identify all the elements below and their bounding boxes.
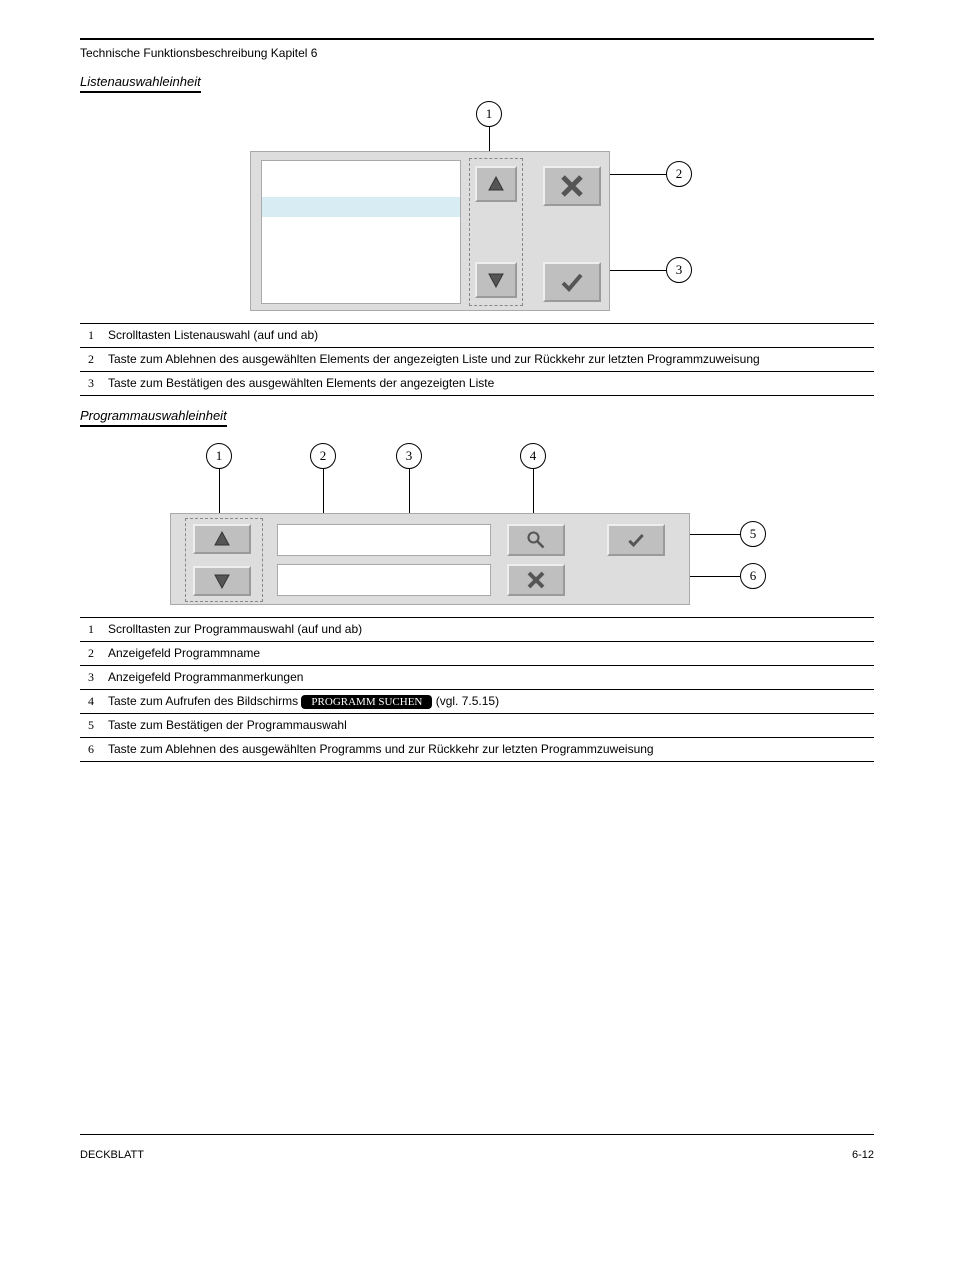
row4-pre: Taste zum Aufrufen des Bildschirms bbox=[108, 694, 301, 708]
figure-1-description-table: 1 Scrolltasten Listenauswahl (auf und ab… bbox=[80, 323, 874, 396]
table-row: 2 Taste zum Ablehnen des ausgewählten El… bbox=[80, 348, 874, 372]
search-button[interactable] bbox=[507, 524, 565, 556]
x-icon bbox=[526, 570, 546, 590]
callout-2: 2 bbox=[666, 161, 692, 187]
figure-1: 1 2 3 bbox=[250, 101, 710, 321]
table-row: 1 Scrolltasten Listenauswahl (auf und ab… bbox=[80, 324, 874, 348]
figure-2: 1 2 3 4 5 6 bbox=[170, 435, 810, 615]
triangle-down-icon bbox=[486, 270, 506, 290]
check-icon bbox=[559, 269, 585, 295]
callout-2: 2 bbox=[310, 443, 336, 469]
list-box[interactable] bbox=[261, 160, 461, 304]
row-num: 4 bbox=[80, 690, 102, 714]
callout-3-label: 3 bbox=[666, 257, 692, 283]
callout-1-lead bbox=[219, 469, 220, 515]
footer: DECKBLATT 6-12 bbox=[80, 1149, 874, 1161]
table-row: 5 Taste zum Bestätigen der Programmauswa… bbox=[80, 714, 874, 738]
row-txt: Taste zum Bestätigen des ausgewählten El… bbox=[102, 372, 874, 396]
callout-5: 5 bbox=[740, 521, 766, 547]
confirm-button[interactable] bbox=[607, 524, 665, 556]
scroll-down-button[interactable] bbox=[475, 262, 517, 298]
callout-2-lead bbox=[602, 174, 666, 175]
check-icon bbox=[626, 530, 646, 550]
callout-6-label: 6 bbox=[740, 563, 766, 589]
callout-4-label: 4 bbox=[520, 443, 546, 469]
bottom-divider bbox=[80, 1134, 874, 1135]
triangle-down-icon bbox=[212, 571, 232, 591]
list-select-panel bbox=[250, 151, 610, 311]
table-row: 3 Anzeigefeld Programmanmerkungen bbox=[80, 666, 874, 690]
scroll-up-button[interactable] bbox=[193, 524, 251, 554]
program-search-badge: PROGRAMM SUCHEN bbox=[301, 695, 432, 709]
section-heading-2: Programmauswahleinheit bbox=[80, 408, 227, 427]
magnifier-icon bbox=[526, 530, 546, 550]
reject-button[interactable] bbox=[543, 166, 601, 206]
row-num: 1 bbox=[80, 324, 102, 348]
row-txt: Scrolltasten zur Programmauswahl (auf un… bbox=[102, 618, 874, 642]
table-row: 4 Taste zum Aufrufen des Bildschirms PRO… bbox=[80, 690, 874, 714]
row-num: 3 bbox=[80, 666, 102, 690]
table-row: 6 Taste zum Ablehnen des ausgewählten Pr… bbox=[80, 738, 874, 762]
row-num: 5 bbox=[80, 714, 102, 738]
chapter-line: Technische Funktionsbeschreibung Kapitel… bbox=[80, 46, 874, 60]
footer-left: DECKBLATT bbox=[80, 1149, 144, 1161]
body-whitespace bbox=[80, 762, 874, 1132]
row-txt: Taste zum Bestätigen der Programmauswahl bbox=[102, 714, 874, 738]
footer-right: 6-12 bbox=[852, 1149, 874, 1161]
section-heading-1: Listenauswahleinheit bbox=[80, 74, 201, 93]
row-num: 2 bbox=[80, 642, 102, 666]
list-selection-highlight bbox=[262, 197, 460, 217]
row-txt: Anzeigefeld Programmname bbox=[102, 642, 874, 666]
callout-3: 3 bbox=[666, 257, 692, 283]
program-select-panel bbox=[170, 513, 690, 605]
confirm-button[interactable] bbox=[543, 262, 601, 302]
row-txt: Scrolltasten Listenauswahl (auf und ab) bbox=[102, 324, 874, 348]
row-num: 3 bbox=[80, 372, 102, 396]
row-txt: Taste zum Ablehnen des ausgewählten Prog… bbox=[102, 738, 874, 762]
table-row: 1 Scrolltasten zur Programmauswahl (auf … bbox=[80, 618, 874, 642]
program-name-field[interactable] bbox=[277, 524, 491, 556]
callout-5-label: 5 bbox=[740, 521, 766, 547]
row-num: 6 bbox=[80, 738, 102, 762]
row-txt: Taste zum Ablehnen des ausgewählten Elem… bbox=[102, 348, 874, 372]
row-num: 2 bbox=[80, 348, 102, 372]
callout-1: 1 bbox=[206, 443, 232, 469]
callout-1: 1 bbox=[476, 101, 502, 127]
callout-3-label: 3 bbox=[396, 443, 422, 469]
callout-1-label: 1 bbox=[476, 101, 502, 127]
callout-1-label: 1 bbox=[206, 443, 232, 469]
program-notes-field[interactable] bbox=[277, 564, 491, 596]
row-txt: Anzeigefeld Programmanmerkungen bbox=[102, 666, 874, 690]
callout-4: 4 bbox=[520, 443, 546, 469]
table-row: 2 Anzeigefeld Programmname bbox=[80, 642, 874, 666]
top-divider bbox=[80, 38, 874, 40]
callout-3-lead bbox=[602, 270, 666, 271]
triangle-up-icon bbox=[486, 174, 506, 194]
row4-post: (vgl. 7.5.15) bbox=[436, 694, 499, 708]
figure-2-description-table: 1 Scrolltasten zur Programmauswahl (auf … bbox=[80, 617, 874, 762]
callout-6: 6 bbox=[740, 563, 766, 589]
table-row: 3 Taste zum Bestätigen des ausgewählten … bbox=[80, 372, 874, 396]
scroll-down-button[interactable] bbox=[193, 566, 251, 596]
callout-3: 3 bbox=[396, 443, 422, 469]
row-txt: Taste zum Aufrufen des Bildschirms PROGR… bbox=[102, 690, 874, 714]
x-icon bbox=[559, 173, 585, 199]
reject-button[interactable] bbox=[507, 564, 565, 596]
triangle-up-icon bbox=[212, 529, 232, 549]
callout-2-label: 2 bbox=[666, 161, 692, 187]
scroll-up-button[interactable] bbox=[475, 166, 517, 202]
callout-2-label: 2 bbox=[310, 443, 336, 469]
row-num: 1 bbox=[80, 618, 102, 642]
